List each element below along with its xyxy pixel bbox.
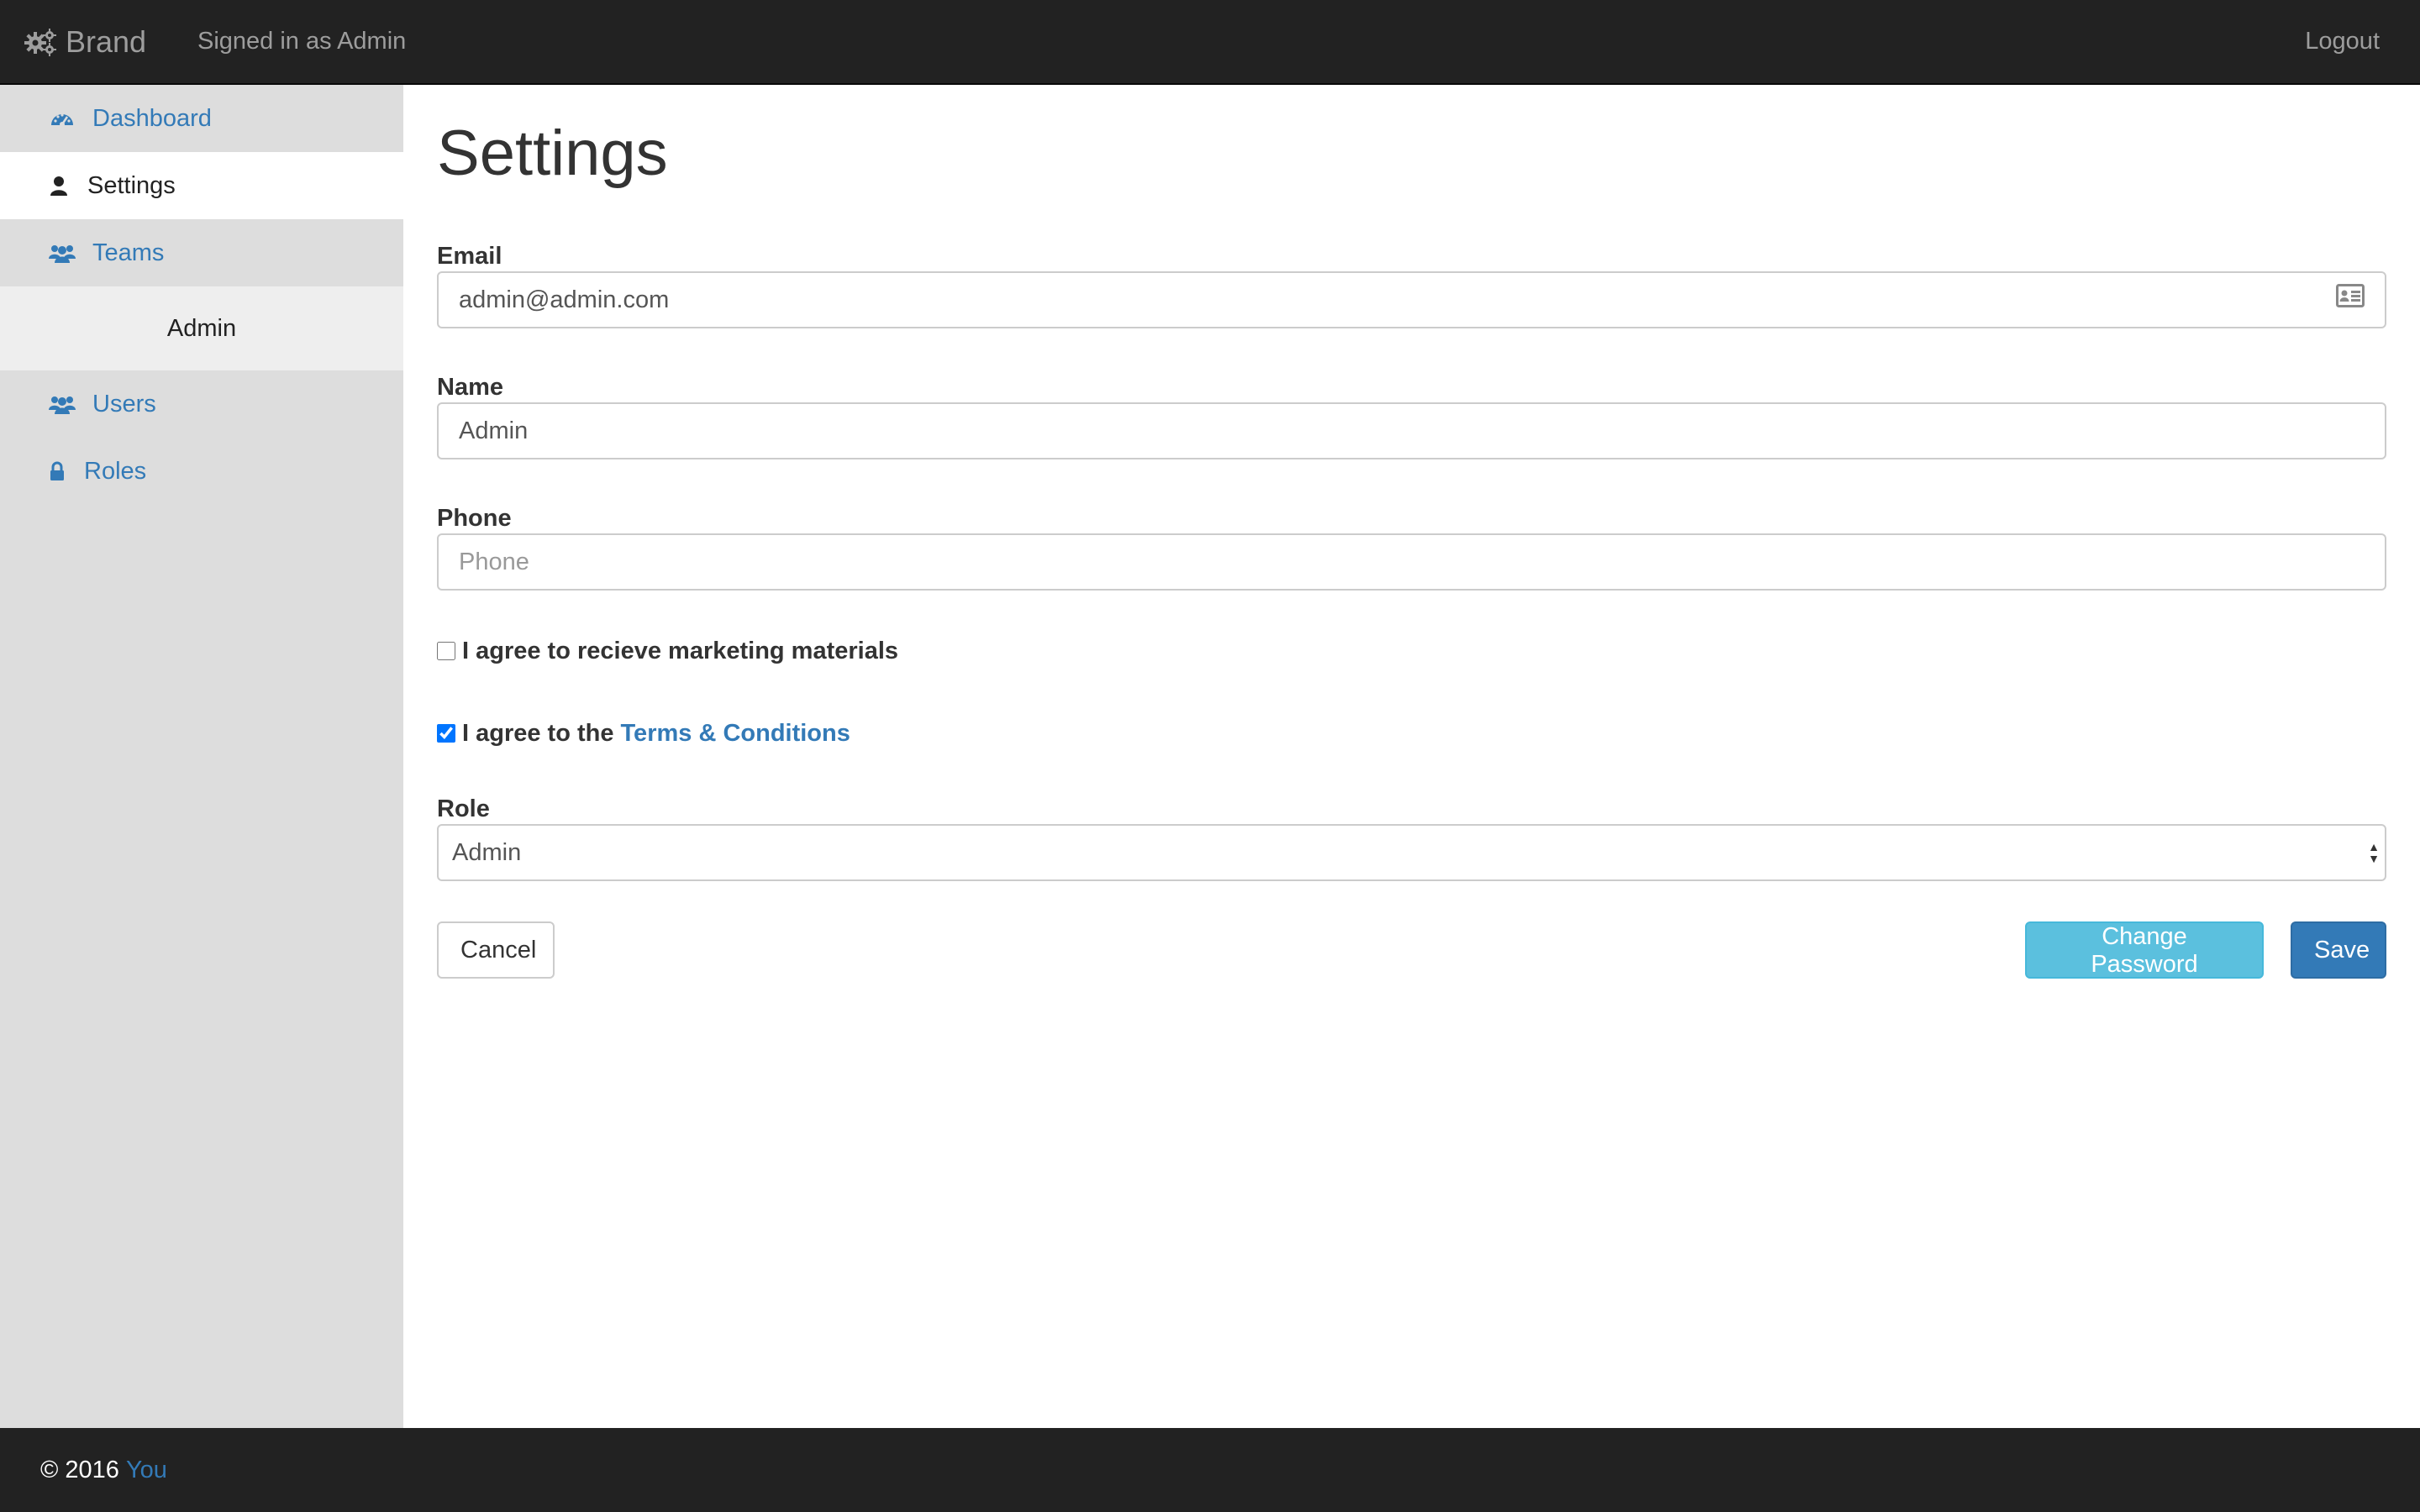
users-icon <box>49 243 76 263</box>
sidebar-item-roles[interactable]: Roles <box>0 438 403 505</box>
signed-in-text: Signed in as Admin <box>197 28 407 55</box>
role-label: Role <box>437 795 490 822</box>
sidebar-item-label: Dashboard <box>92 104 212 132</box>
name-label: Name <box>437 374 503 401</box>
terms-checkbox-label: I agree to the <box>462 719 614 747</box>
sidebar: Dashboard Settings Teams Admin Users Rol… <box>0 85 403 1428</box>
settings-form: Settings Email Name Phone I agree to rec… <box>437 85 2386 979</box>
lock-icon <box>49 461 66 481</box>
terms-checkbox-row: I agree to the Terms & Conditions <box>437 717 2386 750</box>
name-group: Name <box>437 372 2386 459</box>
name-field[interactable] <box>437 402 2386 459</box>
footer: © 2016 You <box>0 1428 2420 1512</box>
role-select[interactable]: Admin <box>437 824 2386 881</box>
sidebar-subitem-admin[interactable]: Admin <box>0 286 403 370</box>
terms-link[interactable]: Terms & Conditions <box>621 720 850 748</box>
email-field[interactable] <box>437 271 2386 328</box>
logout-link[interactable]: Logout <box>2305 0 2380 83</box>
marketing-checkbox[interactable] <box>437 642 455 660</box>
cancel-button[interactable]: Cancel <box>437 921 555 979</box>
sidebar-item-users[interactable]: Users <box>0 370 403 438</box>
role-group: Role Admin ▲ ▼ <box>437 794 2386 881</box>
top-navbar: Brand Signed in as Admin Logout <box>0 0 2420 85</box>
sidebar-item-label: Admin <box>166 314 237 342</box>
phone-label: Phone <box>437 505 512 532</box>
brand-name: Brand <box>66 24 147 59</box>
page-title: Settings <box>437 118 668 189</box>
sidebar-item-label: Users <box>92 390 156 417</box>
form-actions: Cancel Change Password Save <box>437 921 2386 979</box>
email-label: Email <box>437 243 502 270</box>
dashboard-icon <box>49 108 76 129</box>
role-select-wrap: Admin ▲ ▼ <box>437 824 2386 881</box>
gears-icon <box>24 28 56 56</box>
sidebar-item-teams[interactable]: Teams <box>0 219 403 286</box>
id-card-icon <box>2336 284 2365 312</box>
footer-copyright: © 2016 <box>40 1456 119 1483</box>
footer-link[interactable]: You <box>126 1457 167 1484</box>
sidebar-item-dashboard[interactable]: Dashboard <box>0 85 403 152</box>
user-icon <box>49 176 69 196</box>
phone-group: Phone <box>437 503 2386 591</box>
terms-checkbox[interactable] <box>437 724 455 743</box>
phone-field[interactable] <box>437 533 2386 591</box>
save-button[interactable]: Save <box>2291 921 2386 979</box>
email-group: Email <box>437 241 2386 328</box>
marketing-checkbox-label: I agree to recieve marketing materials <box>462 637 899 664</box>
brand-link[interactable]: Brand <box>24 0 146 83</box>
marketing-checkbox-row: I agree to recieve marketing materials <box>437 634 2386 668</box>
sidebar-item-label: Settings <box>87 171 176 199</box>
users-icon <box>49 394 76 414</box>
change-password-button[interactable]: Change Password <box>2025 921 2264 979</box>
sidebar-item-label: Teams <box>92 239 165 266</box>
sidebar-item-settings[interactable]: Settings <box>0 152 403 219</box>
sidebar-item-label: Roles <box>84 457 147 485</box>
